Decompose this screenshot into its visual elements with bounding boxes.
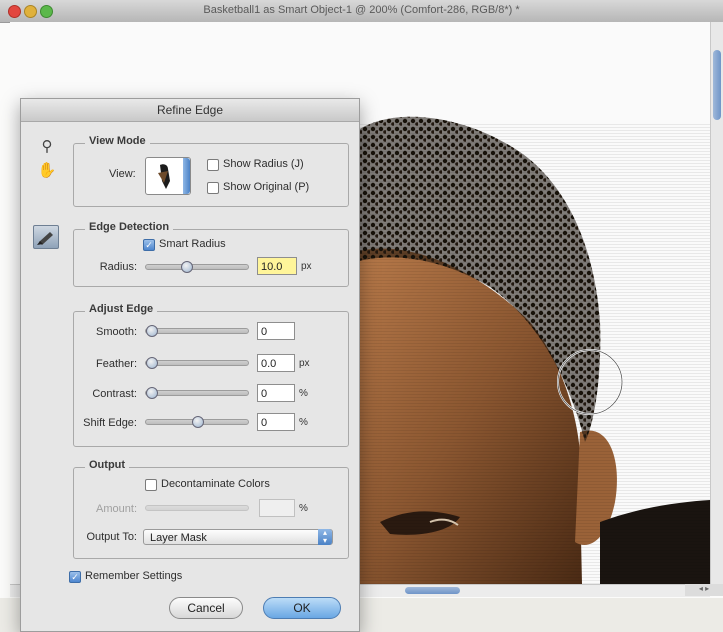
view-label: View: — [109, 168, 136, 180]
refine-radius-brush-icon[interactable] — [33, 225, 59, 249]
amount-unit: % — [299, 503, 308, 514]
contrast-unit: % — [299, 388, 308, 399]
window-titlebar[interactable]: Basketball1 as Smart Object-1 @ 200% (Co… — [0, 0, 723, 23]
contrast-label: Contrast: — [92, 388, 137, 400]
edge-detection-heading: Edge Detection — [85, 221, 174, 233]
view-dropdown-arrow-icon[interactable] — [183, 158, 190, 194]
smart-radius-checkbox[interactable]: ✓ — [143, 239, 155, 251]
radius-input[interactable]: 10.0 — [257, 257, 297, 275]
decontaminate-colors-checkbox[interactable] — [145, 479, 157, 491]
dialog-title[interactable]: Refine Edge — [21, 99, 359, 122]
smart-radius-label: Smart Radius — [159, 238, 226, 250]
smooth-input[interactable]: 0 — [257, 322, 295, 340]
horizontal-scroll-thumb[interactable] — [405, 587, 460, 594]
hand-tool-icon[interactable]: ✋ — [37, 161, 57, 181]
refine-edge-dialog: Refine Edge ⚲ ✋ View Mode View: Show Rad… — [20, 98, 360, 632]
show-radius-checkbox[interactable] — [207, 159, 219, 171]
remember-settings-checkbox[interactable]: ✓ — [69, 571, 81, 583]
contrast-slider-knob[interactable] — [146, 387, 158, 399]
scroll-arrows[interactable]: ◂ ▸ — [685, 584, 723, 596]
contrast-input[interactable]: 0 — [257, 384, 295, 402]
remember-settings-label: Remember Settings — [85, 570, 183, 582]
output-to-arrows-icon: ▴ ▾ — [318, 529, 332, 545]
amount-input — [259, 499, 295, 517]
output-to-value: Layer Mask — [150, 532, 207, 544]
view-mode-heading: View Mode — [85, 135, 150, 147]
radius-label: Radius: — [99, 261, 137, 273]
shift-edge-slider[interactable] — [145, 416, 249, 428]
feather-slider-knob[interactable] — [146, 357, 158, 369]
adjust-edge-heading: Adjust Edge — [85, 303, 158, 315]
view-mode-picker[interactable] — [145, 157, 191, 195]
show-radius-label: Show Radius (J) — [223, 158, 304, 170]
output-to-label: Output To: — [86, 531, 137, 543]
contrast-slider[interactable] — [145, 387, 249, 399]
smooth-slider-knob[interactable] — [146, 325, 158, 337]
show-original-checkbox[interactable] — [207, 182, 219, 194]
vertical-scroll-thumb[interactable] — [713, 50, 721, 120]
ok-button[interactable]: OK — [263, 597, 341, 619]
view-thumbnail-icon — [158, 164, 170, 189]
zoom-tool-icon[interactable]: ⚲ — [37, 137, 57, 157]
feather-input[interactable]: 0.0 — [257, 354, 295, 372]
smooth-label: Smooth: — [96, 326, 137, 338]
shift-edge-unit: % — [299, 417, 308, 428]
output-heading: Output — [85, 459, 130, 471]
feather-unit: px — [299, 358, 310, 369]
shift-edge-label: Shift Edge: — [83, 417, 137, 429]
vertical-scrollbar[interactable] — [710, 22, 723, 584]
output-to-select[interactable]: Layer Mask ▴ ▾ — [143, 529, 333, 545]
amount-label: Amount: — [96, 503, 137, 515]
radius-unit: px — [301, 261, 312, 272]
smooth-slider[interactable] — [145, 325, 249, 337]
amount-slider — [145, 505, 249, 511]
feather-slider[interactable] — [145, 357, 249, 369]
show-original-label: Show Original (P) — [223, 181, 310, 193]
cancel-button[interactable]: Cancel — [169, 597, 243, 619]
radius-slider-knob[interactable] — [180, 261, 193, 273]
decontaminate-colors-label: Decontaminate Colors — [161, 478, 270, 490]
shift-edge-input[interactable]: 0 — [257, 413, 295, 431]
window-title: Basketball1 as Smart Object-1 @ 200% (Co… — [203, 4, 520, 16]
shift-edge-slider-knob[interactable] — [192, 416, 204, 428]
radius-slider[interactable] — [145, 261, 249, 273]
feather-label: Feather: — [96, 358, 137, 370]
